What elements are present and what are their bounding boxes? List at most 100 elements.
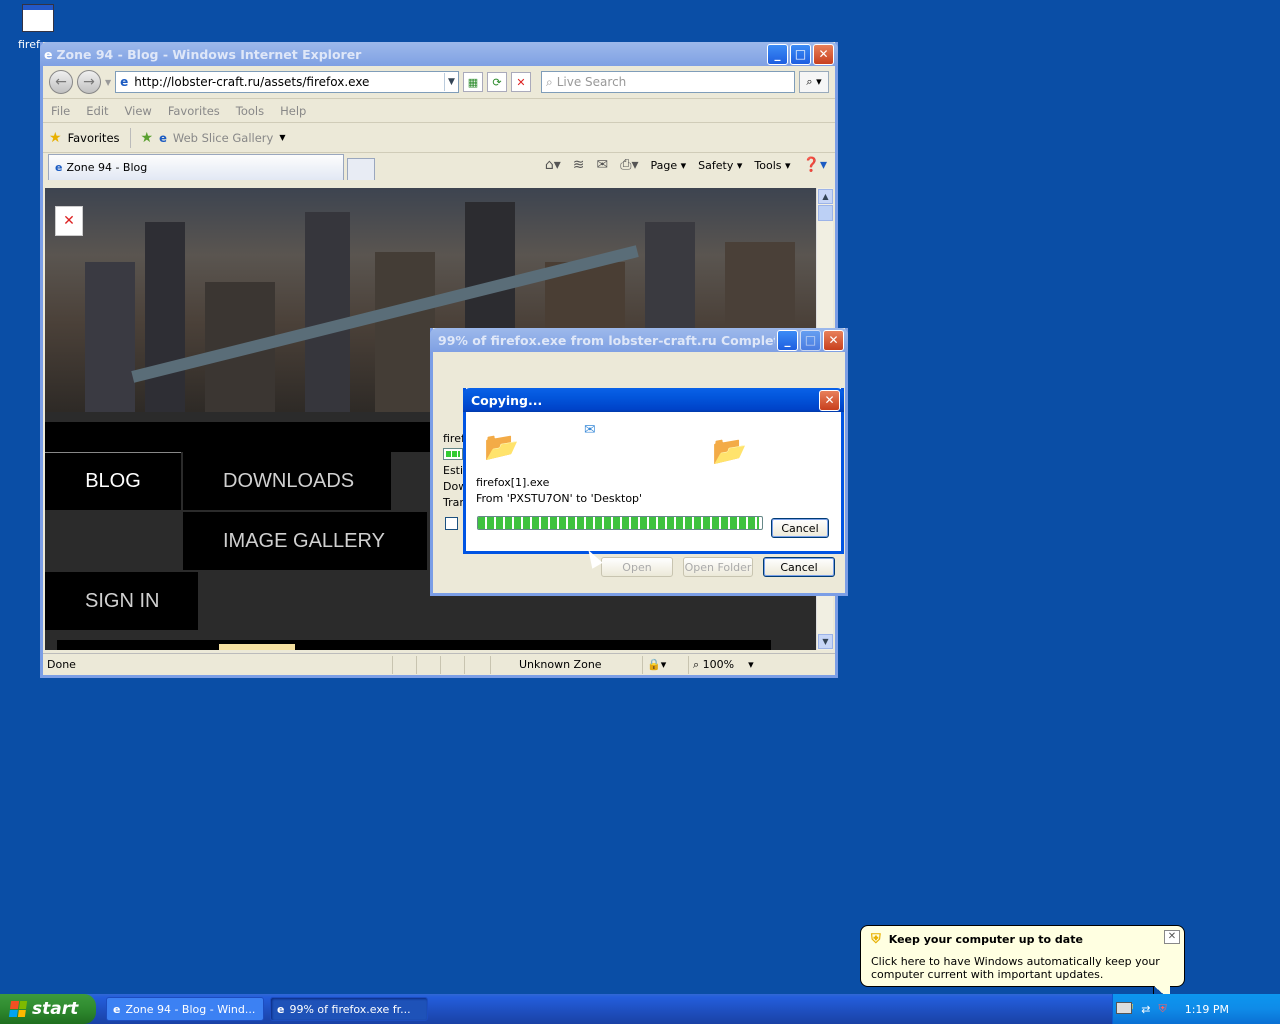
menu-bar: File Edit View Favorites Tools Help [43,98,835,122]
close-on-complete-checkbox[interactable] [445,517,458,530]
page-menu[interactable]: Page ▾ [651,159,687,172]
favorites-button[interactable]: Favorites [68,131,120,145]
nav-image-gallery[interactable]: IMAGE GALLERY [183,512,427,570]
tab-label: Zone 94 - Blog [66,161,148,174]
tab-ie-icon: e [55,161,63,174]
address-dropdown-icon[interactable]: ▼ [444,73,458,91]
tools-menu[interactable]: Tools ▾ [754,159,790,172]
open-folder-button[interactable]: Open Folder [683,557,753,577]
refresh-button[interactable]: ⟳ [487,72,507,92]
back-button[interactable]: ← [49,70,73,94]
balloon-body: Click here to have Windows automatically… [871,955,1160,981]
copying-dialog: Copying... ✕ 📂 ✉ 📂 firefox[1].exe From '… [463,388,844,554]
zoom-control[interactable]: ⌕ 100% ▾ [689,656,769,674]
help-icon[interactable]: ❓▾ [803,157,827,173]
tray-clock[interactable]: 1:19 PM [1185,1003,1229,1016]
tab-zone94-blog[interactable]: e Zone 94 - Blog [48,154,344,180]
download-close-button[interactable]: ✕ [823,329,844,351]
tools-menu-label: Tools [754,158,782,172]
destination-folder-icon: 📂 [712,434,747,467]
recent-pages-dropdown-icon[interactable]: ▼ [105,78,111,87]
favbar-separator [129,127,131,148]
zoom-level: 100% [702,657,735,671]
copying-close-button[interactable]: ✕ [819,389,840,411]
nav-sign-in[interactable]: SIGN IN [45,572,198,630]
menu-help[interactable]: Help [280,104,306,118]
web-slice-icon: e [159,130,167,145]
web-slice-dropdown-icon[interactable]: ▼ [279,133,285,142]
nav-blog-label: BLOG [85,470,141,492]
taskbar-item-ie[interactable]: e Zone 94 - Blog - Wind... [106,997,264,1021]
download-titlebar[interactable]: 99% of firefox.exe from lobster-craft.ru… [430,328,848,352]
nav-downloads[interactable]: DOWNLOADS [183,452,391,510]
menu-tools[interactable]: Tools [236,104,264,118]
scroll-up-arrow-icon[interactable]: ▲ [818,189,833,204]
tab-row: e Zone 94 - Blog ⌂▾ ≋ ✉ ⎙▾ Page ▾ Safety… [43,152,835,180]
stop-button[interactable]: ✕ [511,72,531,92]
command-bar: ⌂▾ ≋ ✉ ⎙▾ Page ▾ Safety ▾ Tools ▾ ❓▾ [545,157,827,173]
safety-menu-label: Safety [698,158,734,172]
ie-titlebar[interactable]: e Zone 94 - Blog - Windows Internet Expl… [40,42,838,66]
add-favorite-icon[interactable]: ★ [141,130,154,146]
minimize-button[interactable]: _ [767,43,788,65]
taskbar-item-download[interactable]: e 99% of firefox.exe fr... [270,997,428,1021]
scroll-thumb[interactable] [818,205,833,221]
nav-gallery-label: IMAGE GALLERY [223,529,385,552]
menu-view[interactable]: View [125,104,152,118]
tray-network-icon[interactable]: ⇄ [1141,1003,1150,1016]
address-url[interactable]: http://lobster-craft.ru/assets/firefox.e… [134,75,444,89]
security-zone: Unknown Zone [491,655,643,674]
taskbar-download-icon: e [277,1002,285,1016]
menu-edit[interactable]: Edit [86,104,108,118]
web-slice-gallery-link[interactable]: Web Slice Gallery [173,131,273,145]
safety-menu[interactable]: Safety ▾ [698,159,742,172]
close-button[interactable]: ✕ [813,43,834,65]
search-go-button[interactable]: ⌕ ▾ [799,71,829,93]
download-minimize-button[interactable]: _ [777,329,798,351]
maximize-button[interactable]: □ [790,43,811,65]
scroll-down-arrow-icon[interactable]: ▼ [818,634,833,649]
forward-arrow-icon: → [83,74,95,90]
balloon-close-icon[interactable]: ✕ [1164,930,1180,944]
taskbar-item-ie-label: Zone 94 - Blog - Wind... [125,1002,256,1016]
back-arrow-icon: ← [55,74,67,90]
magnifier-icon: ⌕ ▾ [806,75,822,88]
download-cancel-button[interactable]: Cancel [763,557,835,577]
update-notification-balloon[interactable]: ⛨ Keep your computer up to date Click he… [860,925,1185,1000]
compat-icon: ▦ [467,75,479,89]
balloon-title: Keep your computer up to date [888,933,1083,946]
print-icon[interactable]: ⎙▾ [620,157,638,173]
download-maximize-button: □ [800,329,821,351]
read-mail-icon[interactable]: ✉ [597,157,609,173]
source-folder-icon: 📂 [484,430,519,463]
open-button[interactable]: Open [601,557,673,577]
copying-progress-fill [478,517,760,529]
start-label: start [32,999,79,1019]
start-button[interactable]: start [0,994,96,1024]
new-tab-button[interactable] [347,158,375,180]
menu-file[interactable]: File [51,104,70,118]
keyboard-icon[interactable] [1116,1002,1132,1014]
copying-cancel-button[interactable]: Cancel [771,518,829,538]
feeds-icon[interactable]: ≋ [573,157,585,173]
download-filename: firef [443,432,465,445]
copying-progress-bar [477,516,763,530]
nav-downloads-label: DOWNLOADS [223,469,355,492]
protected-mode-icon[interactable]: 🔒▾ [643,655,689,674]
favorites-star-icon: ★ [49,129,62,146]
page-menu-label: Page [650,158,678,172]
address-bar[interactable]: e http://lobster-craft.ru/assets/firefox… [115,71,459,93]
nav-blog[interactable]: BLOG [45,452,181,510]
compatibility-view-button[interactable]: ▦ [463,72,483,92]
menu-favorites[interactable]: Favorites [168,104,220,118]
taskbar-ie-icon: e [113,1002,121,1016]
copying-titlebar[interactable]: Copying... ✕ [463,388,844,412]
tray-security-alert-icon[interactable]: ⛨ [1158,1002,1166,1016]
home-icon[interactable]: ⌂▾ [545,157,561,173]
taskbar-item-download-label: 99% of firefox.exe fr... [289,1002,411,1016]
forward-button[interactable]: → [77,70,101,94]
taskbar: start e Zone 94 - Blog - Wind... e 99% o… [0,994,1280,1024]
windows-logo-icon [8,1001,28,1017]
search-icon: ⌕ [546,74,553,89]
search-input[interactable]: ⌕ Live Search [541,71,795,93]
